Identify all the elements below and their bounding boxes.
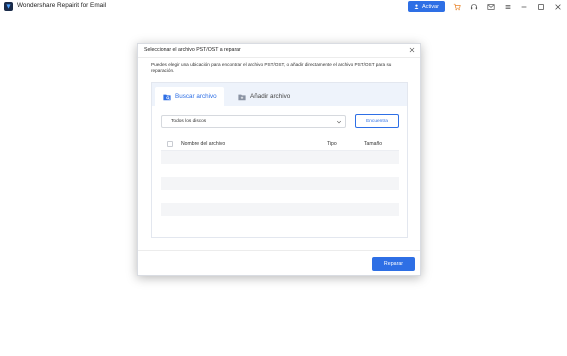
search-panel: Buscar archivo Añadir archivo Todos los … (151, 82, 408, 238)
table-header: Nombre del archivo Tipo Tamaño (161, 138, 399, 151)
table-row (161, 203, 399, 216)
tab-search-file-label: Buscar archivo (175, 93, 217, 100)
table-row (161, 151, 399, 164)
column-header-name[interactable]: Nombre del archivo (181, 141, 225, 147)
column-header-type[interactable]: Tipo (327, 141, 337, 147)
app-title: Wondershare Repairit for Email (17, 2, 107, 9)
folder-search-icon (163, 94, 171, 100)
select-all-checkbox[interactable] (167, 141, 173, 147)
table-row (161, 164, 399, 177)
location-select[interactable]: Todos los discos (161, 115, 346, 128)
activate-label: Activar (421, 3, 440, 10)
title-bar: Wondershare Repairit for Email Activar (0, 0, 567, 14)
tab-bar: Buscar archivo Añadir archivo (152, 83, 407, 106)
minimize-icon[interactable] (519, 2, 528, 11)
folder-add-icon (238, 94, 246, 100)
table-row (161, 177, 399, 190)
select-file-dialog: Seleccionar el archivo PST/OST a reparar… (137, 43, 421, 276)
menu-icon[interactable] (503, 2, 512, 11)
dialog-footer-divider (138, 250, 420, 251)
tab-search-file[interactable]: Buscar archivo (155, 87, 224, 106)
dialog-title: Seleccionar el archivo PST/OST a reparar (144, 47, 241, 53)
tab-add-file-label: Añadir archivo (250, 93, 291, 100)
close-window-icon[interactable] (553, 2, 562, 11)
maximize-icon[interactable] (536, 2, 545, 11)
dialog-close-icon[interactable] (408, 46, 416, 54)
cart-icon[interactable] (452, 2, 461, 11)
file-table: Nombre del archivo Tipo Tamaño (161, 138, 399, 229)
table-row (161, 190, 399, 203)
column-header-size[interactable]: Tamaño (364, 141, 382, 147)
chevron-down-icon (336, 120, 342, 124)
tab-add-file[interactable]: Añadir archivo (238, 87, 290, 106)
dialog-description: Puedes elegir una ubicación para encontr… (151, 62, 392, 73)
mail-icon[interactable] (486, 2, 495, 11)
user-icon (414, 4, 419, 9)
activate-button[interactable]: Activar (408, 1, 445, 12)
dialog-divider (138, 57, 420, 58)
location-select-value: Todos los discos (171, 119, 207, 124)
app-logo-icon (4, 2, 13, 11)
repair-button[interactable]: Reparar (372, 257, 415, 271)
find-button[interactable]: Encuentra (355, 114, 399, 128)
headset-icon[interactable] (469, 2, 478, 11)
table-row (161, 216, 399, 229)
